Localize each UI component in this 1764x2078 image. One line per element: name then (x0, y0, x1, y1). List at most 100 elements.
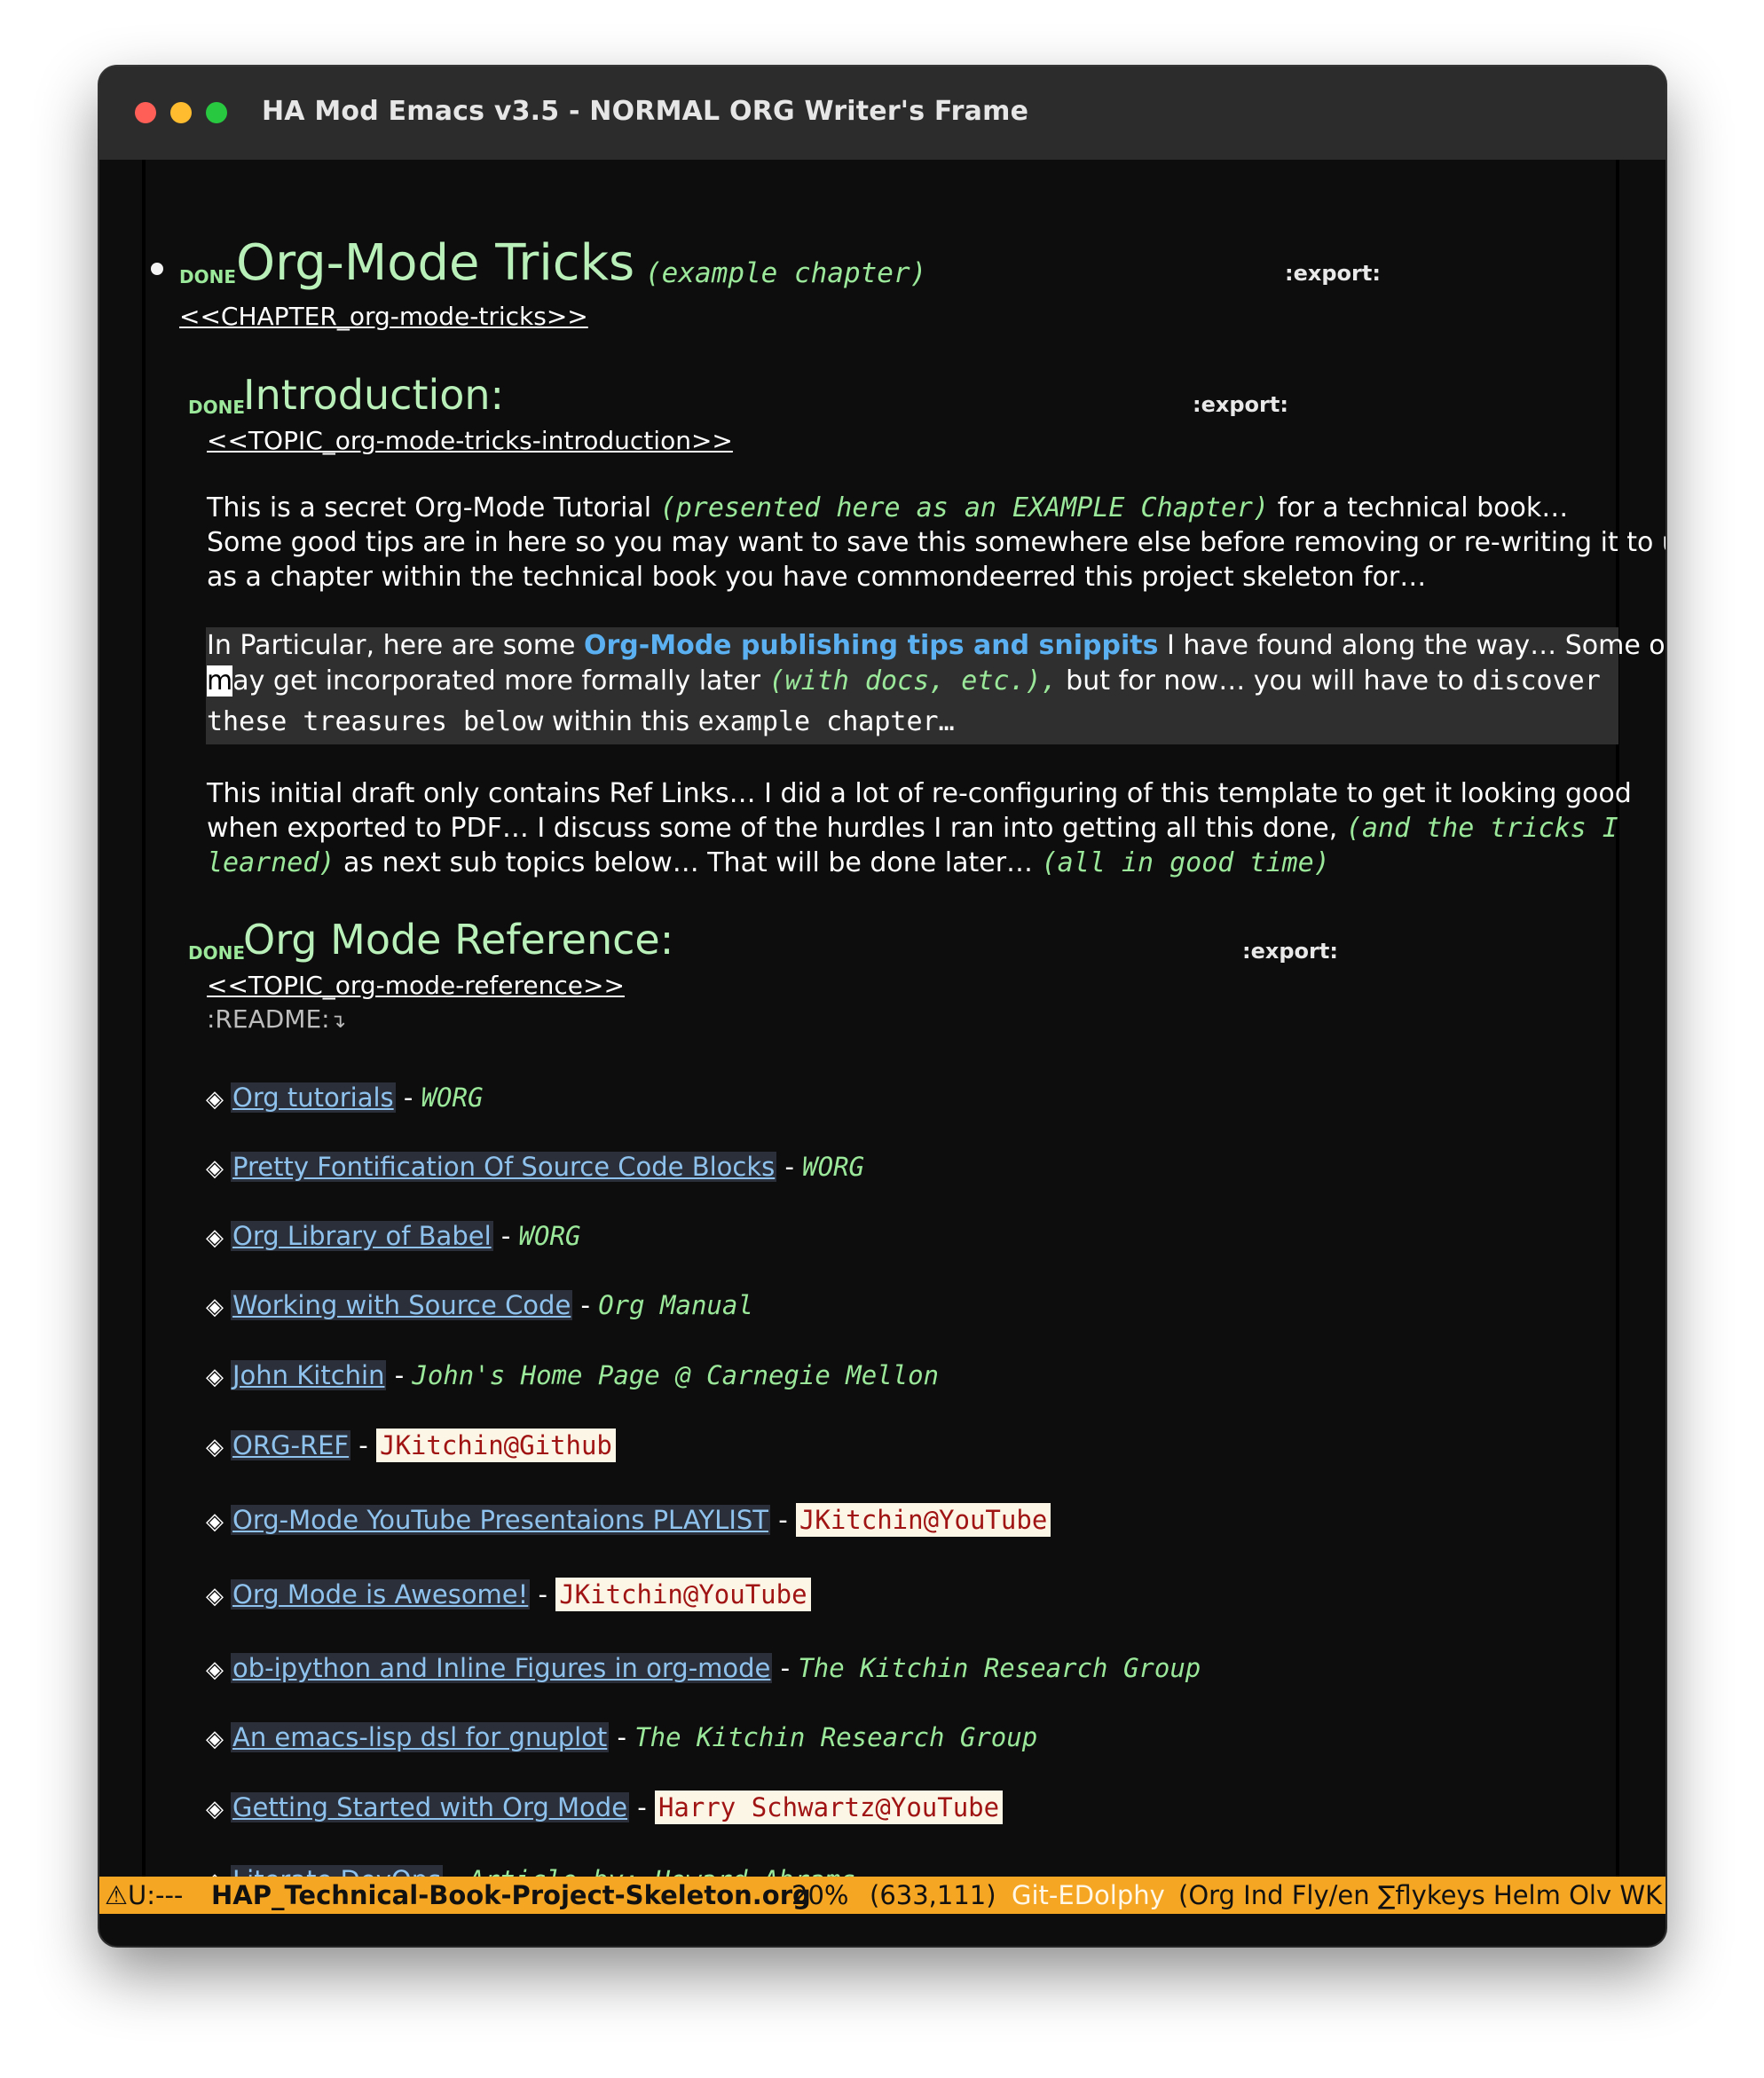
diamond-bullet-icon: ◈ (206, 1294, 224, 1320)
diamond-bullet-icon: ◈ (206, 1364, 224, 1390)
reference-link[interactable]: Getting Started with Org Mode (231, 1792, 630, 1822)
mode-line: ⚠U:--- HAP_Technical-Book-Project-Skelet… (99, 1877, 1666, 1914)
italic-span: learned) (207, 847, 335, 878)
separator: - (443, 1865, 469, 1877)
minimize-button[interactable] (170, 102, 192, 123)
reference-link[interactable]: John Kitchin (231, 1360, 387, 1390)
diamond-bullet-icon: ◈ (206, 1086, 224, 1113)
reference-todo-keyword[interactable]: DONE (188, 942, 245, 964)
reference-title[interactable]: Org Mode Reference: (243, 916, 673, 964)
buffer-filename[interactable]: HAP_Technical-Book-Project-Skeleton.org (211, 1880, 811, 1910)
text-span: but for now… you will have to (1066, 665, 1464, 697)
zoom-button[interactable] (206, 102, 227, 123)
intro-paragraph-1-line-1: This is a secret Org-Mode Tutorial (pres… (207, 492, 1568, 523)
chapter-export-tag[interactable]: :export: (1285, 261, 1381, 286)
chapter-title[interactable]: Org-Mode Tricks (236, 234, 634, 292)
intro-paragraph-2-line-3: these treasures below within this exampl… (207, 706, 955, 737)
readme-drawer[interactable]: :README:↴ (207, 1004, 346, 1034)
reference-link[interactable]: An emacs-lisp dsl for gnuplot (231, 1722, 610, 1752)
right-fringe (1616, 160, 1619, 1877)
left-fringe (142, 160, 146, 1877)
reference-link[interactable]: Org Library of Babel (231, 1221, 493, 1251)
buffer-percent: 20% (791, 1880, 849, 1910)
window-title: HA Mod Emacs v3.5 - NORMAL ORG Writer's … (262, 96, 1029, 127)
fold-arrow-icon: ↴ (329, 1011, 347, 1033)
separator: - (629, 1792, 655, 1822)
reference-link[interactable]: Pretty Fontification Of Source Code Bloc… (231, 1152, 777, 1182)
editor-buffer[interactable]: DONE Org-Mode Tricks (example chapter) :… (99, 160, 1666, 1877)
reference-list-item: ◈ ob-ipython and Inline Figures in org-mo… (206, 1653, 1201, 1683)
reference-source: Org Manual (598, 1290, 753, 1320)
reference-source: JKitchin@Github (375, 1429, 616, 1462)
close-button[interactable] (135, 102, 156, 123)
reference-list-item: ◈ John Kitchin - John's Home Page @ Carne… (206, 1360, 939, 1390)
intro-paragraph-3-line-3: learned) as next sub topics below… That … (207, 847, 1330, 878)
separator: - (772, 1653, 799, 1683)
separator: - (776, 1152, 803, 1182)
text-span: This is a secret Org-Mode Tutorial (207, 492, 652, 523)
reference-source: WORG (802, 1152, 865, 1182)
reference-link[interactable]: Literate DevOps (231, 1865, 444, 1877)
reference-source: JKitchin@YouTube (795, 1503, 1051, 1537)
reference-source: John's Home Page @ Carnegie Mellon (412, 1360, 940, 1390)
chapter-subtitle: (example chapter) (645, 257, 927, 289)
reference-source: WORG (421, 1082, 484, 1113)
intro-paragraph-2-line-2: may get incorporated more formally later… (207, 665, 1601, 697)
text-span: when exported to PDF… I discuss some of … (207, 813, 1338, 844)
reference-anchor[interactable]: <<TOPIC_org-mode-reference>> (207, 971, 625, 1000)
chapter-todo-keyword[interactable]: DONE (179, 266, 236, 287)
reference-list-item: ◈ Org-Mode YouTube Presentaions PLAYLIST … (206, 1503, 1051, 1537)
separator: - (386, 1360, 413, 1390)
intro-anchor[interactable]: <<TOPIC_org-mode-tricks-introduction>> (207, 426, 733, 455)
diamond-bullet-icon: ◈ (206, 1508, 224, 1535)
emacs-window: HA Mod Emacs v3.5 - NORMAL ORG Writer's … (99, 67, 1666, 1946)
buffer-state: ⚠U:--- (105, 1880, 184, 1910)
reference-source: JKitchin@YouTube (555, 1578, 811, 1611)
separator: - (572, 1290, 599, 1320)
reference-link[interactable]: Org Mode is Awesome! (231, 1579, 531, 1610)
heading-bullet-icon (151, 263, 163, 275)
minor-modes[interactable]: (Org Ind Fly/en ∑flykeys Helm Olv WK (1178, 1880, 1662, 1910)
intro-paragraph-1-line-2: Some good tips are in here so you may wa… (207, 527, 1666, 558)
reference-source: Article by: Howard Abrams (469, 1865, 856, 1877)
separator: - (530, 1579, 556, 1610)
reference-export-tag[interactable]: :export: (1242, 939, 1338, 964)
intro-todo-keyword[interactable]: DONE (188, 397, 245, 418)
reference-link[interactable]: Org-Mode YouTube Presentaions PLAYLIST (231, 1505, 771, 1535)
separator: - (770, 1505, 796, 1535)
italic-span: (all in good time) (1041, 847, 1330, 878)
reference-source: Harry Schwartz@YouTube (654, 1791, 1004, 1824)
cursor-position: (633,111) (870, 1880, 996, 1910)
intro-paragraph-3-line-1: This initial draft only contains Ref Lin… (207, 778, 1632, 809)
drawer-label: :README: (207, 1004, 330, 1034)
italic-span: (presented here as an EXAMPLE Chapter) (659, 492, 1270, 523)
reference-list-item: ◈ Org Mode is Awesome! - JKitchin@YouTube (206, 1578, 811, 1611)
italic-span: (with docs, etc.), (768, 665, 1058, 697)
text-span: for a technical book… (1277, 492, 1569, 523)
reference-list-item: ◈ ORG-REF - JKitchin@Github (206, 1429, 616, 1462)
reference-link[interactable]: Org tutorials (231, 1082, 396, 1113)
reference-link[interactable]: ORG-REF (231, 1430, 351, 1460)
chapter-anchor[interactable]: <<CHAPTER_org-mode-tricks>> (179, 302, 588, 331)
separator: - (350, 1430, 376, 1460)
diamond-bullet-icon: ◈ (206, 1796, 224, 1822)
separator: - (492, 1221, 519, 1251)
reference-list-item: ◈ Working with Source Code - Org Manual (206, 1290, 753, 1320)
reference-link[interactable]: ob-ipython and Inline Figures in org-mod… (231, 1653, 773, 1683)
text-span: as next sub topics below… That will be d… (343, 847, 1034, 878)
separator: - (395, 1082, 421, 1113)
diamond-bullet-icon: ◈ (206, 1583, 224, 1610)
intro-export-tag[interactable]: :export: (1193, 392, 1288, 417)
reference-source: WORG (518, 1221, 581, 1251)
diamond-bullet-icon: ◈ (206, 1224, 224, 1251)
text-span: In Particular, here are some (207, 630, 576, 661)
intro-title[interactable]: Introduction: (243, 371, 504, 419)
verbatim-span: these treasures below (207, 706, 544, 737)
intro-paragraph-2-line-1: In Particular, here are some Org-Mode pu… (207, 630, 1666, 661)
reference-link[interactable]: Working with Source Code (231, 1290, 573, 1320)
reference-list-item: ◈ Getting Started with Org Mode - Harry S… (206, 1791, 1004, 1824)
vc-branch[interactable]: Git-EDolphy (1012, 1880, 1165, 1910)
italic-span: (and the tricks I (1345, 813, 1618, 844)
reference-list-item: ◈ An emacs-lisp dsl for gnuplot - The Kit… (206, 1722, 1037, 1752)
verbatim-span: example chapter… (697, 706, 955, 737)
